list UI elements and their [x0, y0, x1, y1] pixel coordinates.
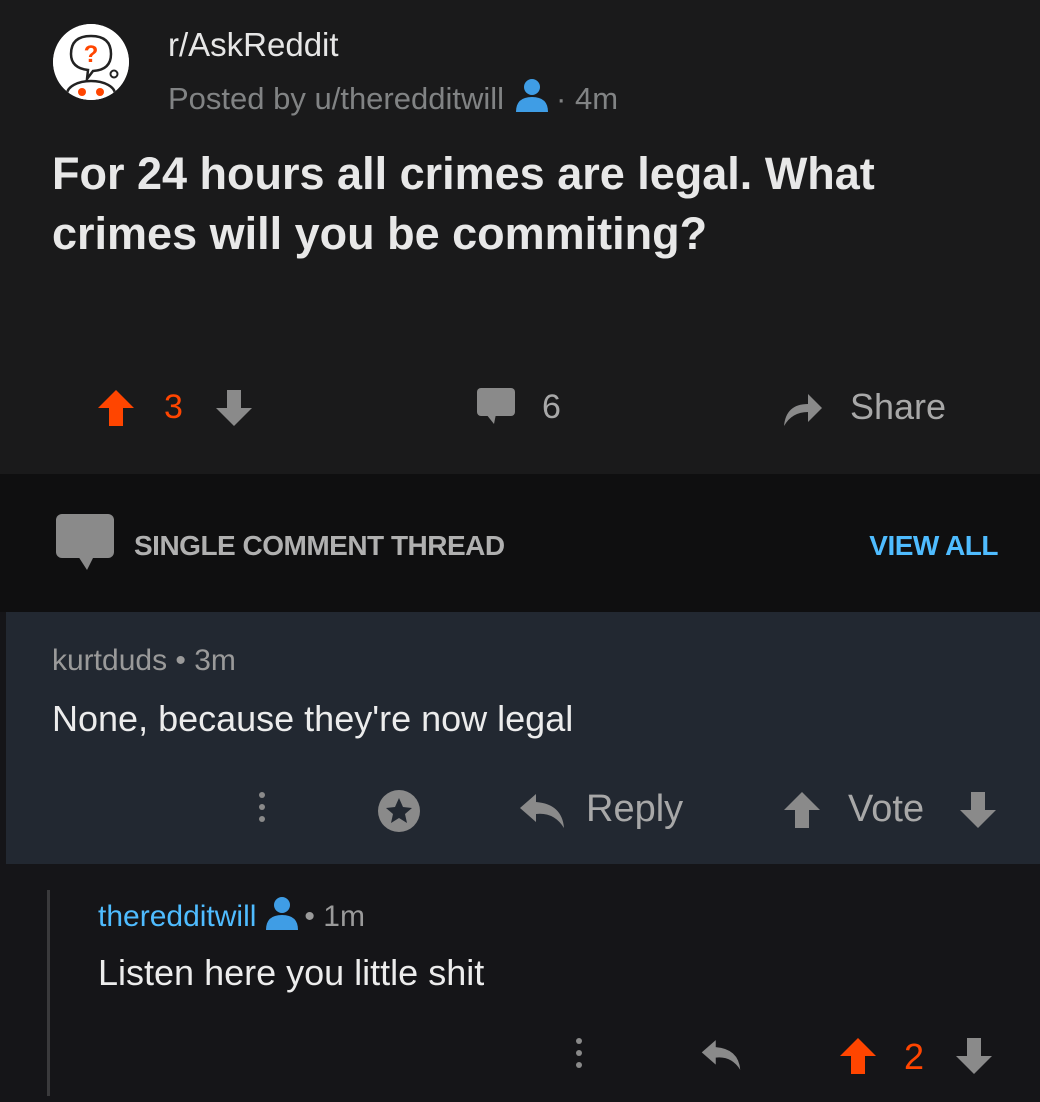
ellipsis-icon[interactable] [259, 792, 265, 822]
upvote-arrow-icon[interactable] [782, 790, 822, 835]
post-meta: Posted by u/theredditwill · 4m [168, 78, 618, 120]
share-arrow-icon[interactable] [780, 386, 824, 435]
downvote-arrow-icon[interactable] [958, 790, 998, 835]
user-icon [514, 78, 550, 120]
view-all-link[interactable]: VIEW ALL [869, 530, 998, 562]
comment-author-meta[interactable]: kurtduds • 3m [52, 644, 236, 678]
thread-label: SINGLE COMMENT THREAD [134, 530, 505, 561]
askreddit-avatar-icon[interactable]: ? [53, 24, 129, 100]
svg-text:?: ? [84, 41, 99, 68]
post-action-bar: 3 6 Share [0, 380, 1040, 436]
comment-count[interactable]: 6 [542, 388, 561, 427]
comment-highlighted: kurtduds • 3m None, because they're now … [6, 612, 1040, 864]
comment-time: • 1m [304, 900, 365, 933]
post-card: ? r/AskReddit Posted by u/theredditwill … [0, 0, 1040, 474]
downvote-arrow-icon[interactable] [954, 1036, 994, 1081]
comment-score: 2 [904, 1036, 925, 1077]
award-icon[interactable] [376, 788, 422, 839]
comment-body: Listen here you little shit [98, 952, 485, 993]
subreddit-name[interactable]: r/AskReddit [168, 26, 339, 64]
share-button[interactable]: Share [850, 386, 946, 428]
upvote-arrow-icon[interactable] [838, 1036, 878, 1081]
post-score: 3 [164, 388, 183, 426]
comment-author[interactable]: theredditwill [98, 900, 256, 934]
single-comment-thread-bar: SINGLE COMMENT THREAD VIEW ALL [0, 474, 1040, 612]
posted-by[interactable]: Posted by u/theredditwill [168, 81, 504, 117]
post-time: · 4m [556, 81, 619, 116]
comment-action-bar: 2 [0, 1034, 1040, 1084]
downvote-arrow-icon[interactable] [214, 388, 254, 433]
ellipsis-icon[interactable] [576, 1038, 582, 1068]
reply-button[interactable]: Reply [586, 788, 683, 831]
vote-label: Vote [848, 788, 925, 830]
upvote-arrow-icon[interactable] [96, 388, 136, 433]
comment-reply: theredditwill • 1m Listen here you littl… [0, 864, 1040, 1102]
comment-bubble-icon[interactable] [476, 386, 516, 431]
comment-body: None, because they're now legal [52, 698, 574, 739]
post-title: For 24 hours all crimes are legal. What … [52, 148, 875, 259]
comment-bubble-icon [56, 514, 114, 577]
user-icon [264, 896, 300, 938]
reply-arrow-icon[interactable] [700, 1036, 742, 1079]
comment-author-meta: theredditwill • 1m [98, 896, 365, 938]
comment-action-bar: Reply Vote [6, 788, 1040, 838]
reply-arrow-icon[interactable] [518, 790, 566, 837]
